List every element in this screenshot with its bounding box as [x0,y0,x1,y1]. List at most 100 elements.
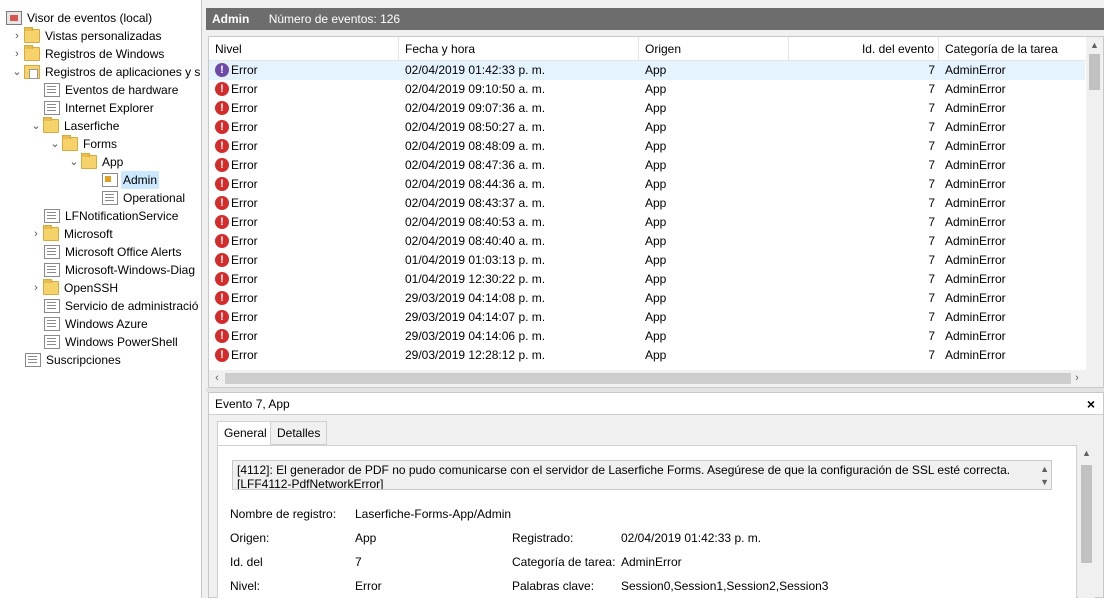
column-header-date[interactable]: Fecha y hora [399,37,639,61]
tree-item-laserfiche[interactable]: ⌄ Laserfiche [29,117,121,135]
tree-item-label: Microsoft Office Alerts [65,245,182,259]
log-icon [25,353,41,367]
cell-level: Error [231,310,258,324]
cell-source: App [645,291,667,305]
scroll-down-icon[interactable]: ▼ [1040,475,1049,489]
cell-event-id: 7 [928,348,935,362]
cell-task-category: AdminError [945,310,1006,324]
table-row[interactable]: ! Error 29/03/2019 12:28:12 p. m. App 7 Admin… [209,346,1085,365]
scroll-up-icon[interactable]: ▲ [1086,37,1103,54]
chevron-down-icon[interactable]: ⌄ [67,153,81,171]
table-row[interactable]: ! Error 02/04/2019 08:44:36 a. m. App 7 Admin… [209,175,1085,194]
cell-level: Error [231,348,258,362]
scroll-thumb[interactable] [225,373,1071,384]
close-icon[interactable]: × [1087,393,1095,415]
log-icon [44,101,60,115]
cell-date: 02/04/2019 08:40:40 a. m. [405,234,546,248]
cell-source: App [645,63,667,77]
scroll-up-icon[interactable]: ▲ [1078,445,1095,462]
tree-item-internet-explorer[interactable]: Internet Explorer [44,99,156,117]
cell-source: App [645,234,667,248]
tree-item-windows-diag[interactable]: Microsoft-Windows-Diag [44,261,197,279]
chevron-down-icon[interactable]: ⌄ [29,117,43,135]
task-category-label: Categoría de tarea: [512,555,616,569]
log-title: Admin [212,12,250,26]
event-message[interactable]: [4112]: El generador de PDF no pudo comu… [232,460,1052,490]
error-icon: ! [215,120,229,134]
cell-task-category: AdminError [945,291,1006,305]
error-icon: ! [215,215,229,229]
table-row[interactable]: ! Error 29/03/2019 04:14:08 p. m. App 7 Admin… [209,289,1085,308]
table-row[interactable]: ! Error 02/04/2019 08:50:27 a. m. App 7 Admin… [209,118,1085,137]
table-row[interactable]: ! Error 01/04/2019 12:30:22 p. m. App 7 Admin… [209,270,1085,289]
scroll-up-icon[interactable]: ▲ [1040,462,1049,476]
table-row[interactable]: ! Error 02/04/2019 08:40:40 a. m. App 7 Admin… [209,232,1085,251]
chevron-right-icon[interactable]: › [29,279,43,297]
tree-item-forms[interactable]: ⌄ Forms [48,135,119,153]
tree-item-custom-views[interactable]: › Vistas personalizadas [10,27,164,45]
tree-item-openssh[interactable]: › OpenSSH [29,279,120,297]
column-header-task-category[interactable]: Categoría de la tarea [939,37,1089,61]
table-row[interactable]: ! Error 02/04/2019 01:42:33 p. m. App 7 Admin… [209,61,1085,80]
tree-item-operational[interactable]: Operational [102,189,187,207]
tree-item-app-services-logs[interactable]: ⌄ Registros de aplicaciones y s [10,63,201,81]
tree-item-microsoft[interactable]: › Microsoft [29,225,115,243]
details-vertical-scrollbar[interactable]: ▲ [1078,445,1095,598]
cell-date: 01/04/2019 01:03:13 p. m. [405,253,546,267]
table-row[interactable]: ! Error 02/04/2019 08:48:09 a. m. App 7 Admin… [209,137,1085,156]
cell-event-id: 7 [928,329,935,343]
cell-date: 02/04/2019 08:44:36 a. m. [405,177,546,191]
logged-label: Registrado: [512,531,574,545]
cell-level: Error [231,63,258,77]
level-label: Nivel: [230,579,261,593]
scroll-left-icon[interactable]: ‹ [209,370,225,387]
tree-item-event-viewer[interactable]: Visor de eventos (local) [6,9,154,27]
chevron-right-icon[interactable]: › [29,225,43,243]
cell-level: Error [231,120,258,134]
error-icon: ! [215,196,229,210]
scroll-thumb[interactable] [1081,465,1092,563]
tree-item-admin[interactable]: Admin [102,171,160,189]
table-row[interactable]: ! Error 02/04/2019 09:10:50 a. m. App 7 Admin… [209,80,1085,99]
error-icon: ! [215,158,229,172]
tree-item-windows-logs[interactable]: › Registros de Windows [10,45,166,63]
cell-source: App [645,329,667,343]
tree-item-subscriptions[interactable]: Suscripciones [25,351,123,369]
table-row[interactable]: ! Error 02/04/2019 09:07:36 a. m. App 7 Admin… [209,99,1085,118]
tab-general[interactable]: General [217,421,274,446]
tree-item-app[interactable]: ⌄ App [67,153,125,171]
table-row[interactable]: ! Error 02/04/2019 08:40:53 a. m. App 7 Admin… [209,213,1085,232]
cell-level: Error [231,329,258,343]
tree-item-windows-powershell[interactable]: Windows PowerShell [44,333,180,351]
table-row[interactable]: ! Error 02/04/2019 08:43:37 a. m. App 7 Admin… [209,194,1085,213]
table-row[interactable]: ! Error 29/03/2019 04:14:07 p. m. App 7 Admin… [209,308,1085,327]
tab-details[interactable]: Detalles [270,421,328,445]
log-icon [44,299,60,313]
scroll-thumb[interactable] [1089,54,1100,90]
events-horizontal-scrollbar[interactable]: ‹ › [209,370,1103,387]
tree-item-office-alerts[interactable]: Microsoft Office Alerts [44,243,183,261]
table-row[interactable]: ! Error 02/04/2019 08:47:36 a. m. App 7 Admin… [209,156,1085,175]
table-row[interactable]: ! Error 01/04/2019 01:03:13 p. m. App 7 Admin… [209,251,1085,270]
log-icon [44,209,60,223]
cell-task-category: AdminError [945,158,1006,172]
events-vertical-scrollbar[interactable]: ▲ [1086,37,1103,371]
column-header-source[interactable]: Origen [639,37,789,61]
cell-date: 29/03/2019 04:14:06 p. m. [405,329,546,343]
chevron-down-icon[interactable]: ⌄ [48,135,62,153]
tree-item-admin-service[interactable]: Servicio de administració [44,297,200,315]
tree-item-hardware-events[interactable]: Eventos de hardware [44,81,180,99]
chevron-down-icon[interactable]: ⌄ [10,63,24,81]
cell-task-category: AdminError [945,196,1006,210]
cell-source: App [645,215,667,229]
chevron-right-icon[interactable]: › [10,27,24,45]
tree-item-label: Registros de aplicaciones y s [45,65,201,79]
cell-task-category: AdminError [945,253,1006,267]
chevron-right-icon[interactable]: › [10,45,24,63]
column-header-level[interactable]: Nivel [209,37,399,61]
tree-item-windows-azure[interactable]: Windows Azure [44,315,150,333]
tree-item-lfnotificationservice[interactable]: LFNotificationService [44,207,180,225]
table-row[interactable]: ! Error 29/03/2019 04:14:06 p. m. App 7 Admin… [209,327,1085,346]
column-header-event-id[interactable]: Id. del evento [789,37,939,61]
scroll-right-icon[interactable]: › [1069,370,1085,387]
